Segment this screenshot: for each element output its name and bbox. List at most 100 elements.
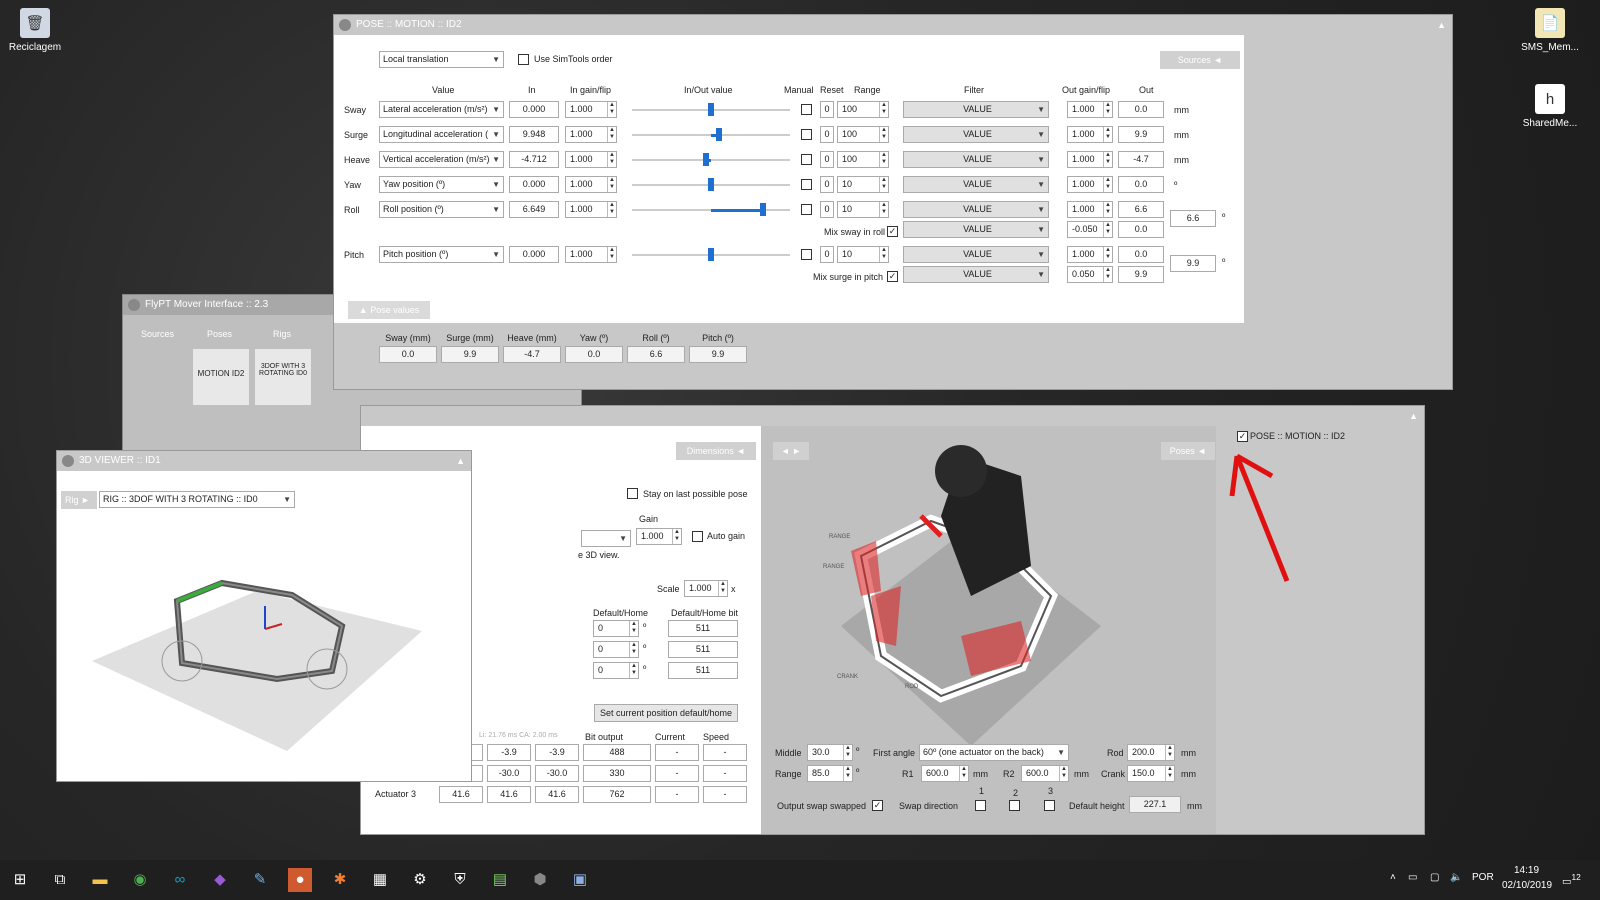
- visual-studio-icon[interactable]: ◆: [208, 868, 232, 892]
- spinner-arrows-icon[interactable]: ▲ ▼: [1103, 247, 1112, 262]
- nav-buttons[interactable]: ◄ ►: [773, 442, 809, 460]
- spreadsheet-icon[interactable]: ▤: [488, 868, 512, 892]
- range-spinner[interactable]: 10 ▲ ▼: [837, 201, 889, 218]
- spinner-arrows-icon[interactable]: ▲ ▼: [1103, 127, 1112, 142]
- crank-spinner[interactable]: 150.0 ▲ ▼: [1127, 765, 1175, 782]
- spinner-arrows-icon[interactable]: ▲ ▼: [718, 581, 727, 596]
- calculator-icon[interactable]: ▦: [368, 868, 392, 892]
- sharedmem-icon[interactable]: h SharedMe...: [1515, 84, 1585, 129]
- spinner-arrows-icon[interactable]: ▲ ▼: [1165, 745, 1174, 760]
- nav-next-icon[interactable]: ►: [792, 446, 801, 456]
- nav-prev-icon[interactable]: ◄: [781, 446, 790, 456]
- flypt-app-icon[interactable]: ●: [288, 868, 312, 892]
- manual-checkbox[interactable]: [801, 204, 812, 215]
- range-spinner[interactable]: 10 ▲ ▼: [837, 246, 889, 263]
- spinner-arrows-icon[interactable]: ▲ ▼: [843, 745, 852, 760]
- rig-label-button[interactable]: Rig ►: [61, 491, 97, 509]
- tray-volume-icon[interactable]: 🔈: [1450, 872, 1462, 883]
- tray-time[interactable]: 14:19: [1514, 865, 1539, 876]
- reset-button[interactable]: 0: [820, 126, 834, 143]
- spinner-arrows-icon[interactable]: ▲ ▼: [1165, 766, 1174, 781]
- slider-thumb[interactable]: [703, 153, 710, 166]
- slider-thumb[interactable]: [715, 128, 722, 141]
- inout-slider[interactable]: [632, 101, 790, 118]
- manual-checkbox[interactable]: [801, 104, 812, 115]
- spinner-arrows-icon[interactable]: ▲ ▼: [672, 529, 681, 544]
- in-gain-spinner[interactable]: 1.000 ▲ ▼: [565, 101, 617, 118]
- out-gain-spinner[interactable]: 1.000 ▲ ▼: [1067, 246, 1113, 263]
- range-spinner[interactable]: 100 ▲ ▼: [837, 101, 889, 118]
- translation-mode-select[interactable]: Local translation ▼: [379, 51, 504, 68]
- slider-thumb[interactable]: [708, 248, 714, 261]
- pose-values-tab[interactable]: ▲ Pose values: [348, 301, 430, 319]
- range-spinner[interactable]: 10 ▲ ▼: [837, 176, 889, 193]
- shield-icon[interactable]: ⛨: [448, 868, 472, 892]
- spinner-arrows-icon[interactable]: ▲ ▼: [1103, 267, 1112, 282]
- spinner-arrows-icon[interactable]: ▲ ▼: [879, 152, 888, 167]
- motion-tile[interactable]: MOTION ID2: [193, 349, 249, 405]
- tray-language[interactable]: POR: [1472, 872, 1494, 883]
- tray-display-icon[interactable]: ▢: [1430, 872, 1439, 883]
- filter-select[interactable]: VALUE ▼: [903, 101, 1049, 118]
- out-gain-spinner[interactable]: 1.000 ▲ ▼: [1067, 151, 1113, 168]
- spinner-arrows-icon[interactable]: ▲ ▼: [607, 177, 616, 192]
- out-gain-spinner[interactable]: 1.000 ▲ ▼: [1067, 176, 1113, 193]
- stay-last-checkbox[interactable]: [627, 488, 638, 499]
- out-gain-spinner[interactable]: 1.000 ▲ ▼: [1067, 101, 1113, 118]
- spinner-arrows-icon[interactable]: ▲ ▼: [1103, 202, 1112, 217]
- source-select[interactable]: Longitudinal acceleration (▼: [379, 126, 504, 143]
- range-spinner[interactable]: 100 ▲ ▼: [837, 126, 889, 143]
- source-select[interactable]: Vertical acceleration (m/s²) ▼: [379, 151, 504, 168]
- out-gain-spinner[interactable]: 1.000 ▲ ▼: [1067, 201, 1113, 218]
- spinner-arrows-icon[interactable]: ▲ ▼: [607, 152, 616, 167]
- tab-sources[interactable]: Sources: [141, 329, 174, 339]
- tray-chevron-up-icon[interactable]: ˄: [1390, 872, 1396, 883]
- in-gain-spinner[interactable]: 1.000 ▲ ▼: [565, 176, 617, 193]
- dimensions-button[interactable]: Dimensions ◄: [676, 442, 756, 460]
- poses-button[interactable]: Poses ◄: [1161, 442, 1215, 460]
- output-swap-checkbox[interactable]: ✓: [872, 800, 883, 811]
- default-home-spinner[interactable]: 0 ▲ ▼: [593, 620, 639, 637]
- spinner-arrows-icon[interactable]: ▲ ▼: [959, 766, 968, 781]
- inout-slider[interactable]: [632, 176, 790, 193]
- in-gain-spinner[interactable]: 1.000 ▲ ▼: [565, 151, 617, 168]
- arduino-icon[interactable]: ∞: [168, 868, 192, 892]
- mover-app-icon[interactable]: ⬢: [528, 868, 552, 892]
- spinner-arrows-icon[interactable]: ▲ ▼: [1103, 102, 1112, 117]
- default-home-spinner[interactable]: 0 ▲ ▼: [593, 662, 639, 679]
- tray-date[interactable]: 02/10/2019: [1502, 880, 1552, 891]
- reset-button[interactable]: 0: [820, 176, 834, 193]
- range-spinner[interactable]: 85.0 ▲ ▼: [807, 765, 853, 782]
- spinner-arrows-icon[interactable]: ▲ ▼: [879, 102, 888, 117]
- reset-button[interactable]: 0: [820, 151, 834, 168]
- mix-pitch-gain[interactable]: 0.050 ▲ ▼: [1067, 266, 1113, 283]
- source-select[interactable]: Roll position (º) ▼: [379, 201, 504, 218]
- filter-select[interactable]: VALUE ▼: [903, 126, 1049, 143]
- inout-slider[interactable]: [632, 201, 790, 218]
- notifications-icon[interactable]: ▭12: [1562, 872, 1581, 887]
- mix-pitch-filter[interactable]: VALUE ▼: [903, 266, 1049, 283]
- manual-checkbox[interactable]: [801, 129, 812, 140]
- first-angle-select[interactable]: 60º (one actuator on the back) ▼: [919, 744, 1069, 761]
- rig-combo-partial[interactable]: ▼: [581, 530, 631, 547]
- tab-poses[interactable]: Poses: [207, 329, 232, 339]
- rig-select[interactable]: RIG :: 3DOF WITH 3 ROTATING :: ID0 ▼: [99, 491, 295, 508]
- spinner-arrows-icon[interactable]: ▲ ▼: [607, 202, 616, 217]
- spinner-arrows-icon[interactable]: ▲ ▼: [1059, 766, 1068, 781]
- manual-checkbox[interactable]: [801, 154, 812, 165]
- mix-roll-gain[interactable]: -0.050 ▲ ▼: [1067, 221, 1113, 238]
- spinner-arrows-icon[interactable]: ▲ ▼: [879, 127, 888, 142]
- spinner-arrows-icon[interactable]: ▲ ▼: [607, 247, 616, 262]
- spinner-arrows-icon[interactable]: ▲ ▼: [879, 202, 888, 217]
- middle-spinner[interactable]: 30.0 ▲ ▼: [807, 744, 853, 761]
- swap-direction-checkbox-3[interactable]: [1044, 800, 1055, 811]
- inout-slider[interactable]: [632, 151, 790, 168]
- rod-spinner[interactable]: 200.0 ▲ ▼: [1127, 744, 1175, 761]
- task-view-icon[interactable]: ⧉: [48, 868, 72, 892]
- spinner-arrows-icon[interactable]: ▲ ▼: [879, 247, 888, 262]
- filter-select[interactable]: VALUE ▼: [903, 176, 1049, 193]
- set-default-button[interactable]: Set current position default/home: [594, 704, 738, 722]
- reset-button[interactable]: 0: [820, 101, 834, 118]
- spinner-arrows-icon[interactable]: ▲ ▼: [607, 102, 616, 117]
- sources-button[interactable]: Sources ◄: [1160, 51, 1240, 69]
